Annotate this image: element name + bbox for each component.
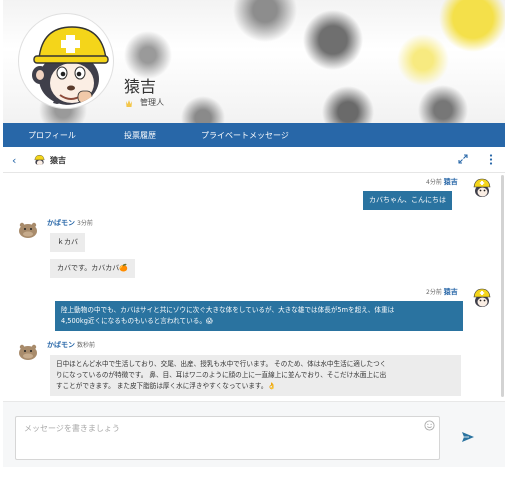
message-bubble-incoming: 日中ほとんど水中で生活しており、交尾、出産、授乳も水中で行います。 そのため、体… — [50, 355, 461, 396]
monkey-avatar-icon — [471, 287, 493, 309]
message-time: 4分前 — [426, 179, 442, 186]
message-sender: かばモン 3分前 — [47, 218, 93, 228]
monkey-avatar-icon — [471, 177, 493, 199]
back-button[interactable]: ‹ — [12, 154, 16, 167]
monkey-avatar-icon — [33, 154, 46, 165]
bottom-margin — [0, 467, 510, 477]
message-bubble-outgoing: カバちゃん、こんにちは — [363, 191, 452, 210]
message-time: 2分前 — [426, 289, 442, 296]
monkey-avatar[interactable] — [471, 177, 493, 199]
message-meta: 4分前 猿吉 — [426, 177, 458, 187]
message-scrollbar[interactable] — [501, 175, 504, 397]
message-meta: 2分前 猿吉 — [426, 287, 458, 297]
message-list[interactable]: 4分前 猿吉 カバちゃん、こんにちは かばモン 3分前 ｋカバ カバです。カバカ… — [3, 173, 505, 401]
chat-title: 猿吉 — [50, 156, 66, 165]
message-text-line: 陸上動物の中でも、カバはサイと共にゾウに次ぐ大きな体をしているが、大きな雄では体… — [61, 306, 395, 314]
message-input[interactable] — [15, 416, 440, 460]
nav-vote-history[interactable]: 投票履歴 — [124, 130, 156, 141]
nav-profile[interactable]: プロフィール — [28, 130, 76, 141]
message-bubble-incoming: ｋカバ — [50, 233, 85, 252]
message-composer — [3, 401, 505, 467]
message-author[interactable]: 猿吉 — [444, 178, 458, 186]
hippo-avatar[interactable] — [17, 219, 39, 241]
message-text-line: 日中ほとんど水中で生活しており、交尾、出産、授乳も水中で行います。 そのため、体… — [56, 360, 387, 368]
profile-cover: 猿吉 管理人 — [3, 0, 505, 123]
hippo-avatar[interactable] — [17, 341, 39, 363]
message-time: 3分前 — [77, 220, 93, 227]
message-time: 数秒前 — [77, 342, 96, 349]
profile-avatar[interactable] — [19, 14, 113, 108]
message-author[interactable]: 猿吉 — [444, 288, 458, 296]
profile-role: 管理人 — [140, 98, 164, 107]
crown-icon — [126, 100, 132, 107]
emoji-icon[interactable] — [424, 420, 435, 431]
chat-header-avatar — [33, 152, 46, 165]
monkey-helmet-avatar-image — [22, 17, 110, 105]
message-author[interactable]: かばモン — [47, 219, 75, 227]
chat-header: ‹ 猿吉 — [3, 147, 505, 173]
message-sender: かばモン 数秒前 — [47, 340, 95, 350]
hippo-avatar-icon — [17, 341, 39, 363]
monkey-avatar[interactable] — [471, 287, 493, 309]
message-text-line: すことができます。 また皮下脂肪は厚く水に浮きやすくなっています。👌 — [56, 382, 276, 390]
message-bubble-outgoing: 陸上動物の中でも、カバはサイと共にゾウに次ぐ大きな体をしているが、大きな雄では体… — [55, 301, 463, 331]
nav-private-message[interactable]: プライベートメッセージ — [201, 130, 289, 141]
message-text-line: りになっているのが特徴です。 鼻、目、耳はワニのように顔の上に一直線上に並んでお… — [56, 371, 387, 379]
message-text-line: 4,500kg近くになるものもいると言われている。😱 — [61, 317, 213, 325]
send-icon[interactable] — [461, 431, 475, 443]
kebab-menu-icon[interactable] — [488, 154, 494, 165]
expand-icon[interactable] — [458, 154, 468, 164]
message-author[interactable]: かばモン — [47, 341, 75, 349]
hippo-avatar-icon — [17, 219, 39, 241]
profile-name: 猿吉 — [124, 77, 157, 96]
profile-nav: プロフィール 投票履歴 プライベートメッセージ — [3, 123, 505, 147]
message-bubble-incoming: カバです。カバカバ🍊 — [50, 259, 136, 278]
